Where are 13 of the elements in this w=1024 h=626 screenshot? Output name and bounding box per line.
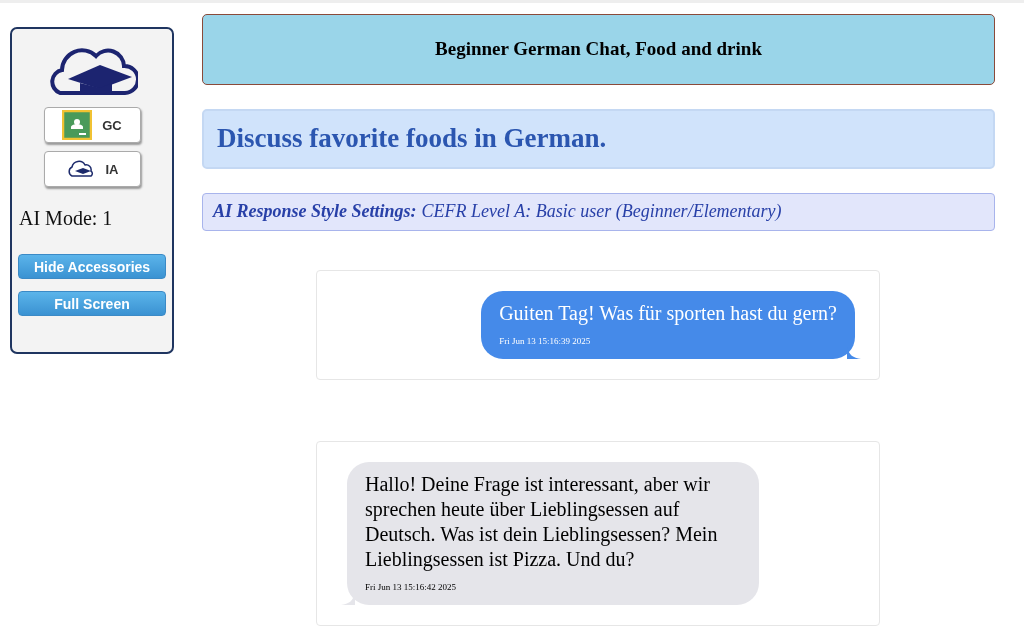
- ai-mode-label: AI Mode: 1: [19, 207, 113, 230]
- message-text: Guiten Tag! Was für sporten hast du gern?: [499, 300, 837, 326]
- classroom-icon: [62, 110, 93, 140]
- settings-label: AI Response Style Settings:: [213, 201, 417, 223]
- message-time: Fri Jun 13 15:16:39 2025: [499, 335, 592, 347]
- message-time: Fri Jun 13 15:16:42 2025: [365, 581, 457, 593]
- chat-title: Beginner German Chat, Food and drink: [202, 14, 995, 85]
- settings-value: CEFR Level A: Basic user (Beginner/Elementary): [421, 201, 782, 223]
- cloud-button[interactable]: IA: [43, 151, 141, 187]
- classroom-button[interactable]: GC: [43, 107, 141, 143]
- cloud-icon: [65, 160, 96, 178]
- task-banner: Discuss favorite foods in German.: [202, 108, 995, 170]
- message-text: Hallo! Deine Frage ist interessant, aber wir sprechen heute über Lieblingsessen auf Deutsch. Was ist dein Lieblingsessen? Mein Lieblingsessen ist Pizza. Und du?: [365, 471, 719, 572]
